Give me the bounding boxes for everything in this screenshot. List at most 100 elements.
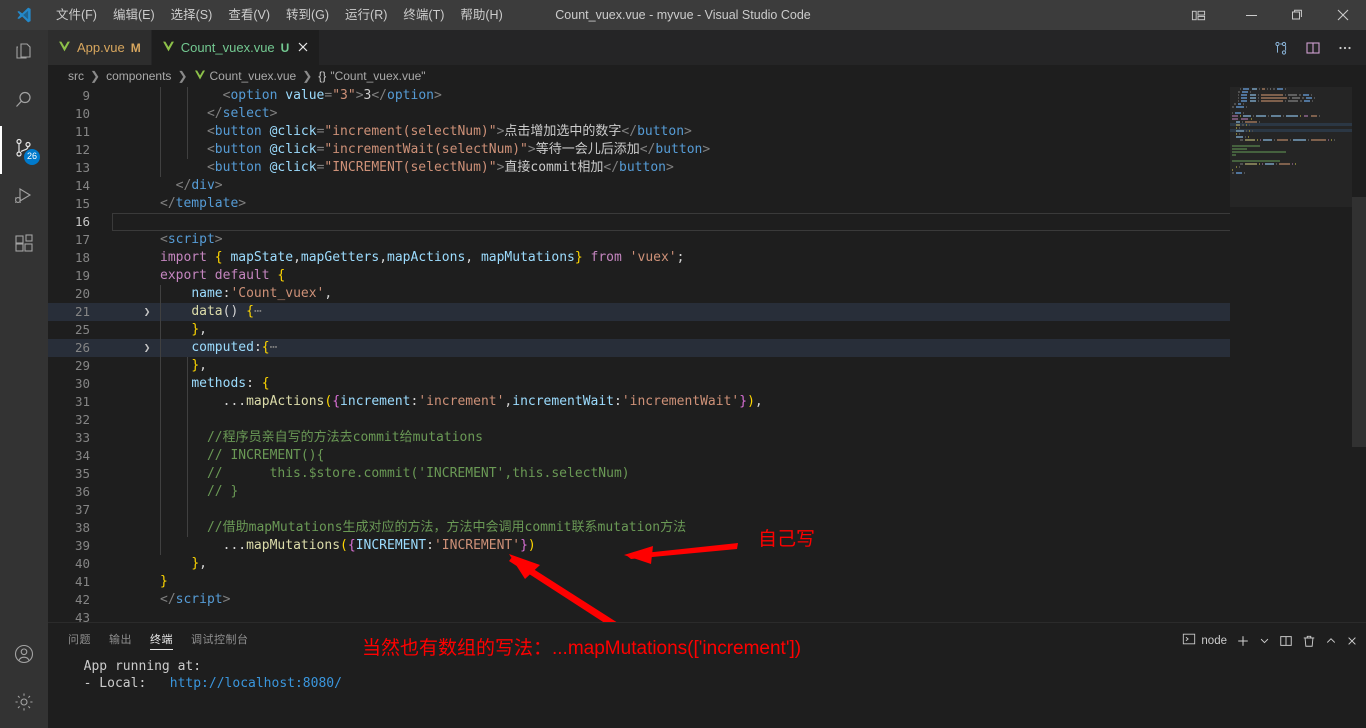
breadcrumb-item-file[interactable]: Count_vuex.vue — [194, 69, 296, 83]
code-content[interactable]: // } — [112, 483, 1366, 501]
breadcrumb-item-src[interactable]: src — [68, 69, 84, 83]
code-content[interactable]: <button @click="INCREMENT(selectNum)">直接… — [112, 159, 1366, 177]
code-line[interactable]: 10 </select> — [48, 105, 1366, 123]
activity-item-run-debug[interactable] — [0, 174, 48, 222]
code-editor[interactable]: 9 <option value="3">3</option> 10 </selec… — [48, 87, 1366, 622]
code-line[interactable]: 34 // INCREMENT(){ — [48, 447, 1366, 465]
code-line[interactable]: 15 </template> — [48, 195, 1366, 213]
code-line[interactable]: 31 ...mapActions({increment:'increment',… — [48, 393, 1366, 411]
code-content[interactable]: //借助mapMutations生成对应的方法，方法中会调用commit联系mu… — [112, 519, 1366, 537]
panel-tab-output[interactable]: 输出 — [109, 623, 132, 658]
panel-tab-problems[interactable]: 问题 — [68, 623, 91, 658]
maximize-icon[interactable] — [1274, 0, 1320, 30]
activity-item-accounts[interactable] — [0, 632, 48, 680]
code-line[interactable]: 39 ...mapMutations({INCREMENT:'INCREMENT… — [48, 537, 1366, 555]
code-content[interactable]: </select> — [112, 105, 1366, 123]
code-line[interactable]: 19 export default { — [48, 267, 1366, 285]
close-panel-icon[interactable] — [1346, 635, 1358, 647]
code-content[interactable]: // this.$store.commit('INCREMENT',this.s… — [112, 465, 1366, 483]
maximize-panel-icon[interactable] — [1325, 635, 1337, 647]
menu-view[interactable]: 查看(V) — [220, 0, 278, 30]
tab-close-icon[interactable] — [297, 41, 309, 55]
code-content[interactable]: computed:{⋯ — [112, 339, 1366, 357]
code-content[interactable]: data() {⋯ — [112, 303, 1366, 321]
code-line[interactable]: 42 </script> — [48, 591, 1366, 609]
code-content[interactable]: export default { — [112, 267, 1366, 285]
code-content[interactable]: <option value="3">3</option> — [112, 87, 1366, 105]
menu-terminal[interactable]: 终端(T) — [395, 0, 452, 30]
code-line[interactable]: 40 }, — [48, 555, 1366, 573]
code-content[interactable]: }, — [112, 357, 1366, 375]
tab-count-vuex-vue[interactable]: Count_vuex.vue U — [151, 30, 321, 65]
code-content[interactable]: } — [112, 573, 1366, 591]
chevron-down-icon[interactable] — [1259, 635, 1270, 646]
code-line[interactable]: 13 <button @click="INCREMENT(selectNum)"… — [48, 159, 1366, 177]
menu-selection[interactable]: 选择(S) — [163, 0, 221, 30]
new-terminal-icon[interactable] — [1236, 634, 1250, 648]
code-content[interactable]: name:'Count_vuex', — [112, 285, 1366, 303]
code-line[interactable]: 16 — [48, 213, 1366, 231]
kill-terminal-icon[interactable] — [1302, 634, 1316, 648]
menu-go[interactable]: 转到(G) — [278, 0, 337, 30]
code-content[interactable]: }, — [112, 321, 1366, 339]
code-line[interactable]: 14 </div> — [48, 177, 1366, 195]
split-editor-right-icon[interactable] — [1302, 37, 1324, 59]
code-lines[interactable]: 9 <option value="3">3</option> 10 </selec… — [48, 87, 1366, 622]
code-line[interactable]: 26 ❯ computed:{⋯ — [48, 339, 1366, 357]
code-content[interactable]: ...mapMutations({INCREMENT:'INCREMENT'}) — [112, 537, 1366, 555]
terminal-output[interactable]: App running at: - Local: http://localhos… — [48, 658, 1366, 728]
code-line[interactable]: 33 //程序员亲自写的方法去commit给mutations — [48, 429, 1366, 447]
panel-tab-terminal[interactable]: 终端 — [150, 623, 173, 658]
panel-tab-debug-console[interactable]: 调试控制台 — [191, 623, 249, 658]
code-content[interactable]: </script> — [112, 591, 1366, 609]
activity-item-explorer[interactable] — [0, 30, 48, 78]
code-line[interactable]: 32 — [48, 411, 1366, 429]
code-content[interactable]: //程序员亲自写的方法去commit给mutations — [112, 429, 1366, 447]
code-content[interactable]: ...mapActions({increment:'increment',inc… — [112, 393, 1366, 411]
code-content[interactable]: </template> — [112, 195, 1366, 213]
code-content[interactable]: </div> — [112, 177, 1366, 195]
code-line[interactable]: 25 }, — [48, 321, 1366, 339]
code-content[interactable]: <button @click="incrementWait(selectNum)… — [112, 141, 1366, 159]
code-content[interactable]: import { mapState,mapGetters,mapActions,… — [112, 249, 1366, 267]
code-content[interactable] — [112, 411, 1366, 429]
source-control-compare-icon[interactable] — [1270, 37, 1292, 59]
code-line[interactable]: 21 ❯ data() {⋯ — [48, 303, 1366, 321]
tab-app-vue[interactable]: App.vue M — [48, 30, 152, 65]
minimap-slider[interactable] — [1230, 87, 1352, 207]
minimap[interactable] — [1230, 87, 1352, 622]
close-icon[interactable] — [1320, 0, 1366, 30]
split-terminal-icon[interactable] — [1279, 634, 1293, 648]
menu-edit[interactable]: 编辑(E) — [105, 0, 163, 30]
activity-item-source-control[interactable]: 26 — [0, 126, 48, 174]
code-line[interactable]: 30 methods: { — [48, 375, 1366, 393]
code-line[interactable]: 38 //借助mapMutations生成对应的方法，方法中会调用commit联… — [48, 519, 1366, 537]
code-content[interactable]: <script> — [112, 231, 1366, 249]
menu-run[interactable]: 运行(R) — [337, 0, 395, 30]
code-line[interactable]: 43 — [48, 609, 1366, 622]
activity-item-search[interactable] — [0, 78, 48, 126]
code-line[interactable]: 41} — [48, 573, 1366, 591]
more-actions-icon[interactable] — [1334, 37, 1356, 59]
code-content[interactable]: // INCREMENT(){ — [112, 447, 1366, 465]
menu-help[interactable]: 帮助(H) — [452, 0, 510, 30]
breadcrumb-item-components[interactable]: components — [106, 69, 171, 83]
code-line[interactable]: 35 // this.$store.commit('INCREMENT',thi… — [48, 465, 1366, 483]
code-content[interactable]: methods: { — [112, 375, 1366, 393]
code-content[interactable]: <button @click="increment(selectNum)">点击… — [112, 123, 1366, 141]
terminal-selector[interactable]: node — [1182, 632, 1227, 649]
code-line[interactable]: 17 <script> — [48, 231, 1366, 249]
menu-file[interactable]: 文件(F) — [48, 0, 105, 30]
code-content[interactable] — [112, 609, 1366, 622]
code-content[interactable] — [112, 501, 1366, 519]
code-line[interactable]: 11 <button @click="increment(selectNum)"… — [48, 123, 1366, 141]
code-line[interactable]: 36 // } — [48, 483, 1366, 501]
code-line[interactable]: 37 — [48, 501, 1366, 519]
code-content[interactable]: }, — [112, 555, 1366, 573]
customize-layout-icon[interactable] — [1178, 0, 1218, 30]
activity-item-extensions[interactable] — [0, 222, 48, 270]
code-line[interactable]: 9 <option value="3">3</option> — [48, 87, 1366, 105]
scrollbar-thumb[interactable] — [1352, 197, 1366, 447]
minimize-icon[interactable] — [1228, 0, 1274, 30]
breadcrumb-item-symbol[interactable]: {} "Count_vuex.vue" — [318, 69, 425, 83]
